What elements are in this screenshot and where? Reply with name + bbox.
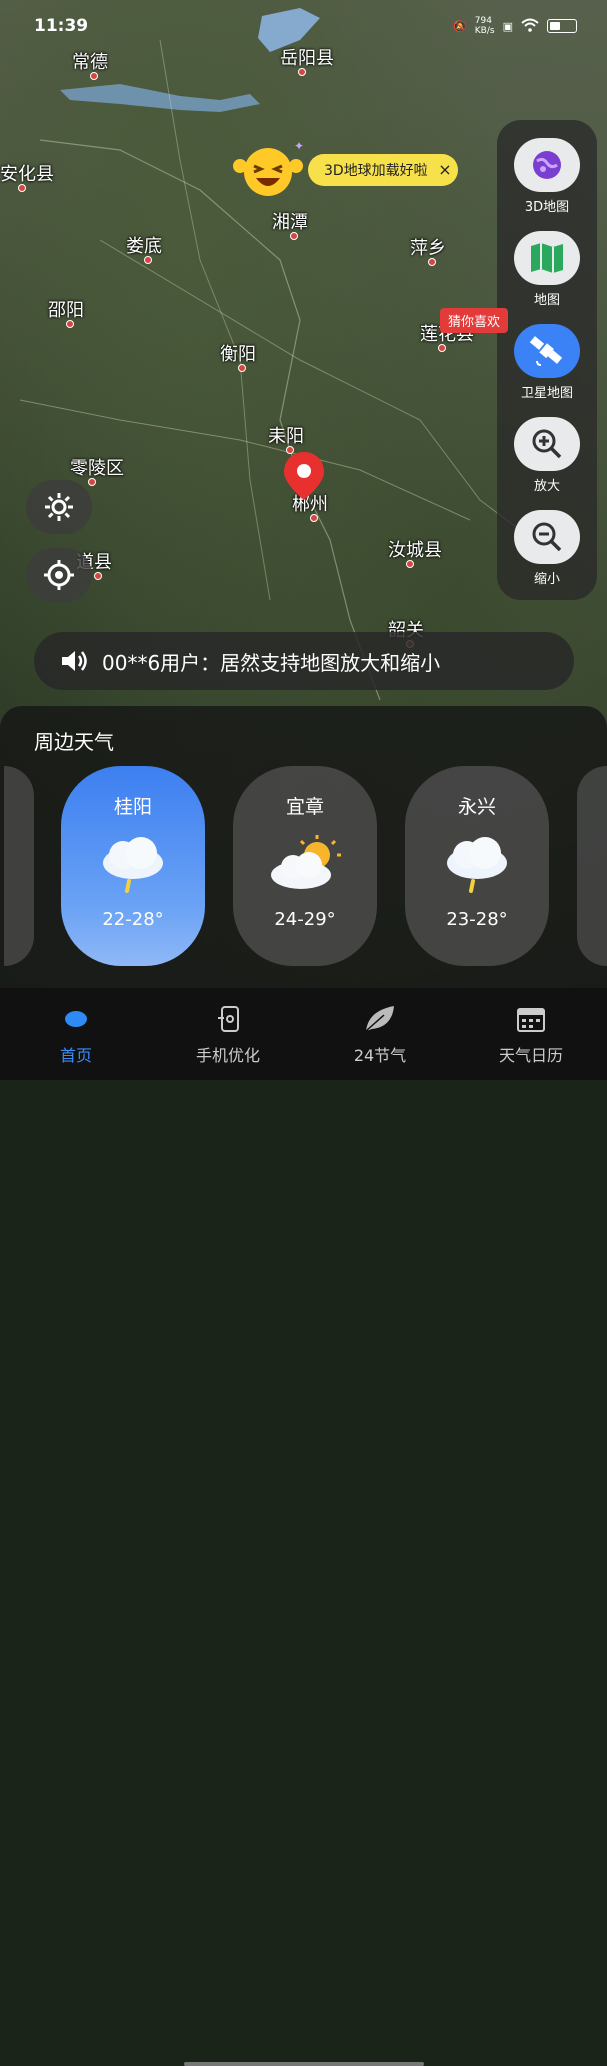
svg-text:✦: ✦ xyxy=(294,142,304,153)
toast-notification: ✦ 3D地球加载好啦 × xyxy=(228,139,480,198)
city-label: 零陵区 xyxy=(70,458,124,479)
tab-label: 首页 xyxy=(59,1046,92,1065)
tab-item[interactable]: 天气日历 xyxy=(471,1002,591,1066)
sim-icon: ▣ xyxy=(502,19,513,33)
locate-button[interactable] xyxy=(26,548,92,602)
tab-item[interactable]: 24节气 xyxy=(320,1002,440,1066)
map-control-globe[interactable]: 3D地图 xyxy=(512,138,582,215)
city-label: 湘潭 xyxy=(272,212,308,233)
tab-label: 24节气 xyxy=(353,1046,407,1065)
weather-card[interactable]: 宜章 24-29° xyxy=(233,766,377,966)
weather-temp: 24-29° xyxy=(274,909,336,930)
nearby-weather-panel: 周边天气 桂阳 22-28° 宜章 24-29° 永兴 23-28° xyxy=(0,706,607,988)
weather-city: 永兴 xyxy=(457,796,496,818)
city-label: 衡阳 xyxy=(220,344,256,365)
speaker-icon xyxy=(62,651,87,671)
city-marker xyxy=(90,72,98,80)
weather-card[interactable]: 永兴 23-28° xyxy=(405,766,549,966)
city-marker xyxy=(310,514,318,522)
weather-card[interactable]: 桂阳 22-28° xyxy=(61,766,205,966)
city-marker xyxy=(144,256,152,264)
city-marker xyxy=(88,478,96,486)
phone-optimize-icon xyxy=(168,1002,288,1036)
marquee-text: 00**6用户：居然支持地图放大和缩小 xyxy=(102,650,441,675)
map-control-label: 3D地图 xyxy=(524,200,570,215)
close-icon[interactable]: × xyxy=(438,160,451,179)
map-control-label: 地图 xyxy=(533,293,560,308)
card-edge-right[interactable] xyxy=(577,766,607,966)
net-speed-value: 794 xyxy=(474,16,492,26)
guess-you-like-badge[interactable]: 猜你喜欢 xyxy=(440,308,509,333)
city-label: 耒阳 xyxy=(268,426,304,447)
weather-city: 宜章 xyxy=(285,796,324,818)
home-indicator xyxy=(184,2062,424,2066)
toast-text: 3D地球加载好啦 xyxy=(324,163,428,179)
tab-label: 手机优化 xyxy=(195,1046,260,1065)
map-control-label: 缩小 xyxy=(533,572,560,587)
weather-temp: 22-28° xyxy=(102,909,164,930)
tab-label: 天气日历 xyxy=(498,1046,563,1065)
city-marker xyxy=(18,184,26,192)
battery-icon xyxy=(547,19,577,33)
city-marker xyxy=(438,344,446,352)
city-marker xyxy=(94,572,102,580)
location-pin-icon xyxy=(280,450,328,506)
net-speed-unit: KB/s xyxy=(474,26,495,36)
laughing-emoji-icon: ✦ xyxy=(228,139,308,198)
zoom-out-icon xyxy=(514,510,580,564)
settings-button[interactable] xyxy=(26,480,92,534)
city-marker xyxy=(238,364,246,372)
home-dot-icon xyxy=(16,1002,136,1036)
sun-cloud-icon xyxy=(233,833,377,897)
map-control-satellite[interactable]: 卫星地图 xyxy=(512,324,582,401)
weather-temp: 23-28° xyxy=(446,909,508,930)
rain-cloud-icon xyxy=(405,833,549,897)
globe-icon xyxy=(514,138,580,192)
tab-item[interactable]: 首页 xyxy=(16,1002,136,1066)
zoom-in-icon xyxy=(514,417,580,471)
city-marker xyxy=(290,232,298,240)
city-label: 邵阳 xyxy=(48,300,84,321)
city-marker xyxy=(298,68,306,76)
map-control-map[interactable]: 地图 xyxy=(512,231,582,308)
user-marquee: 00**6用户：居然支持地图放大和缩小 xyxy=(34,632,574,690)
status-bar: 11:39 🔕 794 KB/s ▣ xyxy=(0,0,607,52)
city-marker xyxy=(66,320,74,328)
map-control-zoom-out[interactable]: 缩小 xyxy=(512,510,582,587)
nearby-weather-title: 周边天气 xyxy=(34,730,114,754)
leaf-icon xyxy=(320,1002,440,1036)
satellite-icon xyxy=(514,324,580,378)
gear-icon xyxy=(45,493,73,521)
city-label: 汝城县 xyxy=(388,540,442,561)
city-label: 萍乡 xyxy=(410,238,446,259)
rain-cloud-icon xyxy=(61,833,205,897)
city-label: 娄底 xyxy=(126,236,162,257)
map-icon xyxy=(514,231,580,285)
toast-message: 3D地球加载好啦 × xyxy=(308,154,458,186)
map-control-zoom-in[interactable]: 放大 xyxy=(512,417,582,494)
map-controls-panel: 3D地图地图卫星地图放大缩小 xyxy=(497,120,597,600)
status-time: 11:39 xyxy=(34,16,89,36)
city-marker xyxy=(428,258,436,266)
calendar-icon xyxy=(471,1002,591,1036)
map-control-label: 放大 xyxy=(533,479,560,494)
bottom-tab-bar: 首页 手机优化 24节气 天气日历 xyxy=(0,988,607,2066)
city-marker xyxy=(406,560,414,568)
map-control-label: 卫星地图 xyxy=(520,386,573,401)
weather-city: 桂阳 xyxy=(113,796,152,818)
city-label: 安化县 xyxy=(0,164,54,185)
status-icons: 🔕 794 KB/s ▣ xyxy=(453,16,577,36)
wifi-icon xyxy=(521,18,539,35)
tab-item[interactable]: 手机优化 xyxy=(168,1002,288,1066)
card-edge-left[interactable] xyxy=(4,766,34,966)
mute-icon: 🔕 xyxy=(453,19,467,33)
locate-icon xyxy=(44,560,74,590)
